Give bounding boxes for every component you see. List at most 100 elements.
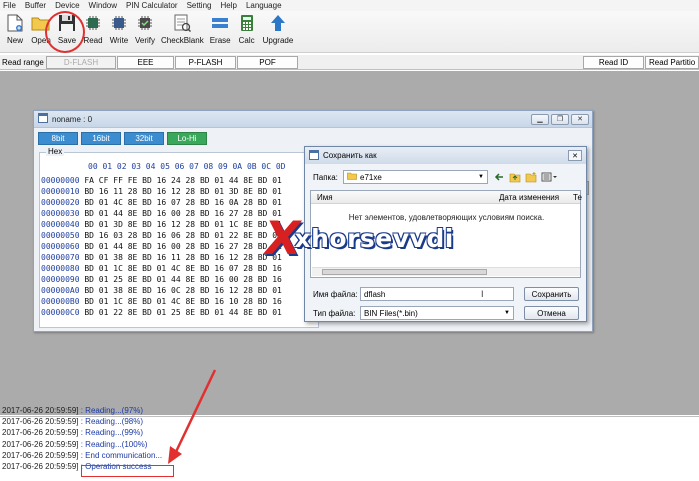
upgrade-button[interactable]: Upgrade — [260, 11, 297, 51]
back-arrow-icon[interactable] — [493, 171, 505, 185]
hex-row[interactable]: 00000080 BD 01 1C 8E BD 01 4C 8E BD 16 0… — [41, 263, 282, 274]
restore-button[interactable]: ❐ — [551, 113, 569, 125]
floppy-save-icon — [57, 13, 77, 33]
column-date-modified[interactable]: Дата изменения — [499, 193, 559, 202]
mode-16bit[interactable]: 16bit — [81, 132, 121, 145]
read-range-bar: Read range D-FLASH EEE P-FLASH POF Read … — [0, 55, 699, 70]
tab-p-flash[interactable]: P-FLASH — [175, 56, 236, 69]
hex-row-address: 000000C0 — [41, 308, 80, 317]
scrollbar-thumb[interactable] — [322, 269, 487, 275]
log-message: : End communication... — [78, 450, 163, 460]
filetype-select[interactable]: BIN Files(*.bin) ▼ — [360, 306, 514, 320]
mode-8bit[interactable]: 8bit — [38, 132, 78, 145]
new-button[interactable]: New — [2, 11, 28, 51]
log-line: 2017-06-26 20:59:59] : Reading...(100%) — [2, 440, 147, 449]
menu-file[interactable]: File — [3, 1, 16, 10]
verify-button[interactable]: Verify — [132, 11, 158, 51]
menu-device[interactable]: Device — [55, 1, 79, 10]
close-icon: ✕ — [577, 116, 583, 123]
checkblank-button[interactable]: CheckBlank — [158, 11, 207, 51]
menu-setting[interactable]: Setting — [187, 1, 212, 10]
write-button[interactable]: Write — [106, 11, 132, 51]
log-line: 2017-06-26 20:59:59] : Reading...(99%) — [2, 428, 143, 437]
hex-row-bytes: FA CF FF FE BD 16 24 28 BD 01 44 8E BD 0… — [79, 176, 282, 185]
hex-row-address: 00000080 — [41, 264, 80, 273]
calc-button[interactable]: Calc — [234, 11, 260, 51]
hex-row-address: 00000000 — [41, 176, 80, 185]
hex-window-titlebar[interactable]: noname : 0 ▁ ❐ ✕ — [34, 111, 592, 128]
menu-help[interactable]: Help — [220, 1, 236, 10]
filetype-value: BIN Files(*.bin) — [364, 308, 418, 318]
up-folder-icon[interactable] — [509, 171, 521, 185]
hex-row[interactable]: 00000050 BD 16 03 28 BD 16 06 28 BD 01 2… — [41, 230, 282, 241]
hex-column-header: 00 01 02 03 04 05 06 07 08 09 0A 0B 0C 0… — [88, 162, 286, 171]
folder-combo[interactable]: e71xe ▼ — [343, 170, 488, 184]
new-button-label: New — [6, 36, 23, 45]
open-button-label: Open — [31, 36, 51, 45]
save-button[interactable]: Save — [54, 11, 80, 51]
hex-row[interactable]: 00000060 BD 01 44 8E BD 16 00 28 BD 16 2… — [41, 241, 282, 252]
bit-mode-tabs: 8bit 16bit 32bit Lo-Hi — [38, 132, 210, 145]
folder-icon — [347, 172, 357, 182]
hex-row[interactable]: 00000070 BD 01 38 8E BD 16 11 28 BD 16 1… — [41, 252, 282, 263]
mode-32bit[interactable]: 32bit — [124, 132, 164, 145]
erase-button[interactable]: Erase — [207, 11, 234, 51]
log-message: : Reading...(99%) — [78, 428, 143, 438]
cancel-dialog-button[interactable]: Отмена — [524, 306, 579, 320]
new-folder-icon[interactable] — [525, 171, 537, 185]
tab-eee[interactable]: EEE — [117, 56, 174, 69]
folder-label: Папка: — [313, 173, 338, 182]
log-timestamp: 2017-06-26 20:59:59] — [2, 417, 79, 427]
menu-buffer[interactable]: Buffer — [25, 1, 46, 10]
hex-row-address: 00000050 — [41, 231, 80, 240]
hex-row[interactable]: 00000040 BD 01 3D 8E BD 16 12 28 BD 01 1… — [41, 219, 282, 230]
open-button[interactable]: Open — [28, 11, 54, 51]
menu-pin-calculator[interactable]: PIN Calculator — [126, 1, 178, 10]
close-button[interactable]: ✕ — [571, 113, 589, 125]
log-timestamp: 2017-06-26 20:59:59] — [2, 406, 79, 415]
read-partition-button[interactable]: Read Partitio — [645, 56, 699, 69]
hex-row[interactable]: 000000C0 BD 01 22 8E BD 01 25 8E BD 01 4… — [41, 307, 282, 318]
read-button[interactable]: Read — [80, 11, 106, 51]
menu-language[interactable]: Language — [246, 1, 282, 10]
hex-row-bytes: BD 01 44 8E BD 16 00 28 BD 16 27 28 BD 0… — [79, 209, 282, 218]
hex-row-address: 00000040 — [41, 220, 80, 229]
tab-pof[interactable]: POF — [237, 56, 298, 69]
file-list-horizontal-scrollbar[interactable] — [312, 267, 580, 276]
hex-row-bytes: BD 01 22 8E BD 01 25 8E BD 01 44 8E BD 0… — [79, 308, 282, 317]
hex-row[interactable]: 00000020 BD 01 4C 8E BD 16 07 28 BD 16 0… — [41, 197, 282, 208]
hex-row[interactable]: 00000090 BD 01 25 8E BD 01 44 8E BD 16 0… — [41, 274, 282, 285]
mode-lo-hi[interactable]: Lo-Hi — [167, 132, 207, 145]
hex-row[interactable]: 000000B0 BD 01 1C 8E BD 01 4C 8E BD 16 1… — [41, 296, 282, 307]
hex-row[interactable]: 00000030 BD 01 44 8E BD 16 00 28 BD 16 2… — [41, 208, 282, 219]
dialog-titlebar[interactable]: Сохранить как ✕ — [305, 147, 586, 164]
hex-row-bytes: BD 01 3D 8E BD 16 12 28 BD 01 1C 8E BD 0… — [79, 220, 282, 229]
read-id-button[interactable]: Read ID — [583, 56, 644, 69]
watermark-x-mark: X — [260, 211, 306, 265]
minimize-icon: ▁ — [537, 116, 543, 123]
hex-row-address: 00000070 — [41, 253, 80, 262]
log-timestamp: 2017-06-26 20:59:59] — [2, 428, 79, 438]
column-type[interactable]: Те — [573, 193, 582, 202]
log-message: : Operation success — [78, 462, 152, 471]
filename-input[interactable]: dflash I — [360, 287, 514, 301]
hex-row[interactable]: 000000A0 BD 01 38 8E BD 16 0C 28 BD 16 1… — [41, 285, 282, 296]
minimize-button[interactable]: ▁ — [531, 113, 549, 125]
checkblank-button-label: CheckBlank — [161, 36, 204, 45]
view-menu-icon[interactable] — [541, 171, 557, 185]
folder-nav-buttons — [493, 171, 557, 185]
watermark-brand-text: xhorsevvdi — [294, 223, 454, 253]
hex-row[interactable]: 00000000 FA CF FF FE BD 16 24 28 BD 01 4… — [41, 175, 282, 186]
save-dialog-button[interactable]: Сохранить — [524, 287, 579, 301]
hex-row-bytes: BD 01 1C 8E BD 01 4C 8E BD 16 07 28 BD 1… — [79, 264, 282, 273]
hex-window-title: noname : 0 — [52, 114, 93, 124]
tab-d-flash[interactable]: D-FLASH — [46, 56, 116, 69]
hex-row-bytes: BD 01 44 8E BD 16 00 28 BD 16 27 28 BD 0… — [79, 242, 282, 251]
column-name[interactable]: Имя — [317, 193, 333, 202]
hex-row-bytes: BD 01 38 8E BD 16 11 28 BD 16 12 28 BD 0… — [79, 253, 282, 262]
dialog-close-button[interactable]: ✕ — [568, 150, 582, 161]
menu-window[interactable]: Window — [89, 1, 117, 10]
upgrade-arrow-icon — [268, 13, 288, 33]
dialog-app-icon — [309, 149, 319, 162]
hex-row[interactable]: 00000010 BD 16 11 28 BD 16 12 28 BD 01 3… — [41, 186, 282, 197]
